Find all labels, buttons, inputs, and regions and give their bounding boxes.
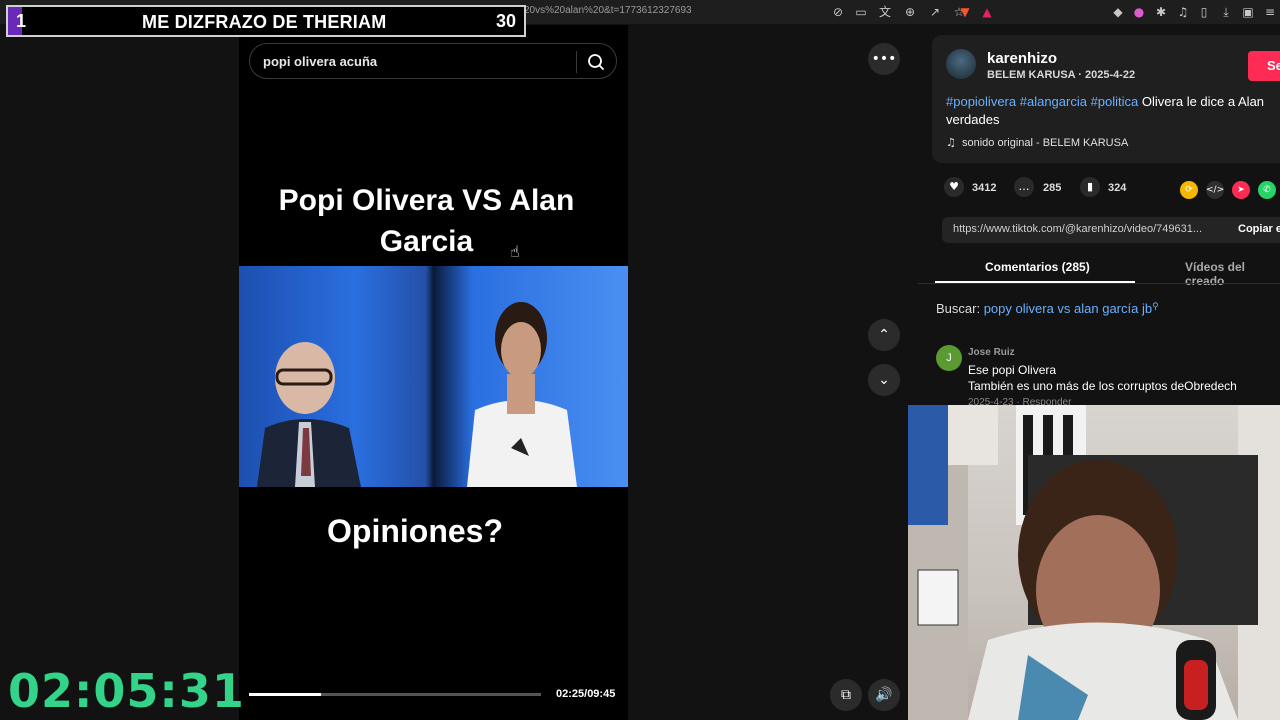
miniplayer-button[interactable]: ⧉ — [830, 679, 862, 711]
progress-bar[interactable] — [249, 693, 541, 696]
color-picker-icon[interactable]: ● — [1131, 4, 1147, 20]
like-count: 3412 — [972, 182, 997, 194]
music-icon[interactable]: ♫ — [1175, 4, 1191, 20]
copy-link-button[interactable]: Copiar e — [1238, 223, 1280, 235]
post-description: #popiolivera #alangarcia #politica Olive… — [946, 93, 1280, 129]
video-player[interactable]: popi olivera acuña Popi Olivera VS Alan … — [239, 25, 628, 720]
comment-avatar[interactable]: J — [936, 345, 962, 371]
ad-block-icon[interactable]: ◆ — [1110, 4, 1126, 20]
video-title-overlay: Popi Olivera VS Alan Garcia — [239, 180, 614, 262]
volume-icon: 🔊 — [875, 687, 893, 703]
tabs-divider — [918, 283, 1280, 284]
share-icon[interactable]: ↗ — [927, 4, 943, 20]
music-note-icon: ♫ — [946, 136, 956, 149]
more-options-button[interactable]: ••• — [868, 43, 900, 75]
chevron-up-icon: ⌃ — [878, 327, 890, 343]
search-icon[interactable] — [584, 50, 608, 74]
hashtag[interactable]: #alangarcia — [1020, 94, 1087, 109]
search-suggestion-label: Buscar: — [936, 301, 981, 316]
brave-shield-icon[interactable]: ▼ — [957, 4, 973, 20]
embed-icon[interactable]: </> — [1206, 181, 1224, 199]
man-figure — [257, 342, 361, 487]
video-link-box: https://www.tiktok.com/@karenhizo/video/… — [942, 217, 1280, 243]
hashtag[interactable]: #popiolivera — [946, 94, 1016, 109]
repost-icon[interactable]: ⟳ — [1180, 181, 1198, 199]
zoom-icon[interactable]: ⊕ — [902, 4, 918, 20]
volume-button[interactable]: 🔊 — [868, 679, 900, 711]
video-title-line2: Garcia — [379, 225, 474, 258]
search-small-icon: ⚲ — [1152, 301, 1159, 311]
heart-icon[interactable]: ♥ — [944, 177, 964, 197]
previous-video-button[interactable]: ⌃ — [868, 319, 900, 351]
video-frame — [239, 266, 628, 487]
stream-title: ME DIZFRAZO DE THERIAM — [142, 12, 387, 32]
webcam-overlay — [908, 405, 1280, 720]
banner-left-number: 1 — [16, 11, 27, 31]
comment-line-2: También es uno más de los corruptos deOb… — [968, 379, 1237, 393]
whatsapp-icon[interactable]: ✆ — [1258, 181, 1276, 199]
sidebar-icon[interactable]: ▯ — [1196, 4, 1212, 20]
post-info-card: karenhizo BELEM KARUSA · 2025-4-22 Se #p… — [932, 35, 1280, 163]
comment-icon[interactable]: … — [1014, 177, 1034, 197]
video-title-line1: Popi Olivera VS Alan — [278, 184, 575, 217]
stream-timer: 02:05:31 — [8, 664, 245, 718]
miniplayer-icon: ⧉ — [841, 687, 851, 703]
video-subtitle: Opiniones? — [327, 513, 503, 549]
search-bar[interactable]: popi olivera acuña — [249, 43, 617, 79]
video-link[interactable]: https://www.tiktok.com/@karenhizo/video/… — [953, 223, 1202, 235]
woman-figure — [467, 302, 577, 487]
no-translate-icon[interactable]: ⊘ — [830, 4, 846, 20]
brave-rewards-icon[interactable]: ▲ — [979, 4, 995, 20]
comment-author[interactable]: Jose Ruiz — [968, 347, 1015, 358]
send-icon[interactable]: ➤ — [1232, 181, 1250, 199]
search-suggestion-query[interactable]: popy olivera vs alan garcía jb — [984, 301, 1152, 316]
comment-count: 285 — [1043, 182, 1062, 194]
banner-right-number: 30 — [495, 11, 516, 31]
bookmark-icon[interactable]: ▮ — [1080, 177, 1100, 197]
search-input[interactable]: popi olivera acuña — [263, 54, 377, 69]
stream-title-banner: 1 ME DIZFRAZO DE THERIAM 30 — [6, 5, 526, 37]
progress-fill — [249, 693, 322, 696]
brave-wallet-icon[interactable]: ▣ — [1240, 4, 1256, 20]
hand-cursor-icon: ☝ — [510, 242, 520, 261]
translate-icon[interactable]: 文 — [877, 4, 893, 20]
sound-link[interactable]: ♫ sonido original - BELEM KARUSA — [946, 136, 1128, 149]
details-panel: karenhizo BELEM KARUSA · 2025-4-22 Se #p… — [918, 25, 1280, 408]
playback-time: 02:25/09:45 — [556, 688, 616, 700]
description-text: Olivera le dice a Alan — [1141, 94, 1265, 109]
extensions-icon[interactable]: ✱ — [1153, 4, 1169, 20]
tab-comments[interactable]: Comentarios (285) — [985, 260, 1090, 274]
follow-button[interactable]: Se — [1248, 51, 1280, 81]
search-suggestion[interactable]: Buscar: popy olivera vs alan garcía jb⚲ — [936, 301, 1159, 316]
avatar[interactable] — [946, 49, 976, 79]
more-dots-icon: ••• — [871, 51, 897, 67]
menu-icon[interactable]: ≡ — [1262, 4, 1278, 20]
download-icon[interactable]: ⤓ — [1218, 4, 1234, 20]
comment-line-1: Ese popi Olivera — [968, 363, 1057, 377]
sound-label: sonido original - BELEM KARUSA — [962, 137, 1129, 149]
username[interactable]: karenhizo — [987, 50, 1057, 67]
comment-text: Ese popi Olivera También es uno más de l… — [968, 362, 1237, 394]
tab-icon[interactable]: ▭ — [853, 4, 869, 20]
next-video-button[interactable]: ⌄ — [868, 364, 900, 396]
save-count: 324 — [1108, 182, 1127, 194]
description-text-2: verdades — [946, 112, 1000, 127]
post-subline: BELEM KARUSA · 2025-4-22 — [987, 69, 1136, 81]
search-divider — [576, 51, 577, 73]
webcam-scene — [908, 405, 1280, 720]
hashtag[interactable]: #politica — [1091, 94, 1139, 109]
chevron-down-icon: ⌄ — [878, 372, 890, 388]
